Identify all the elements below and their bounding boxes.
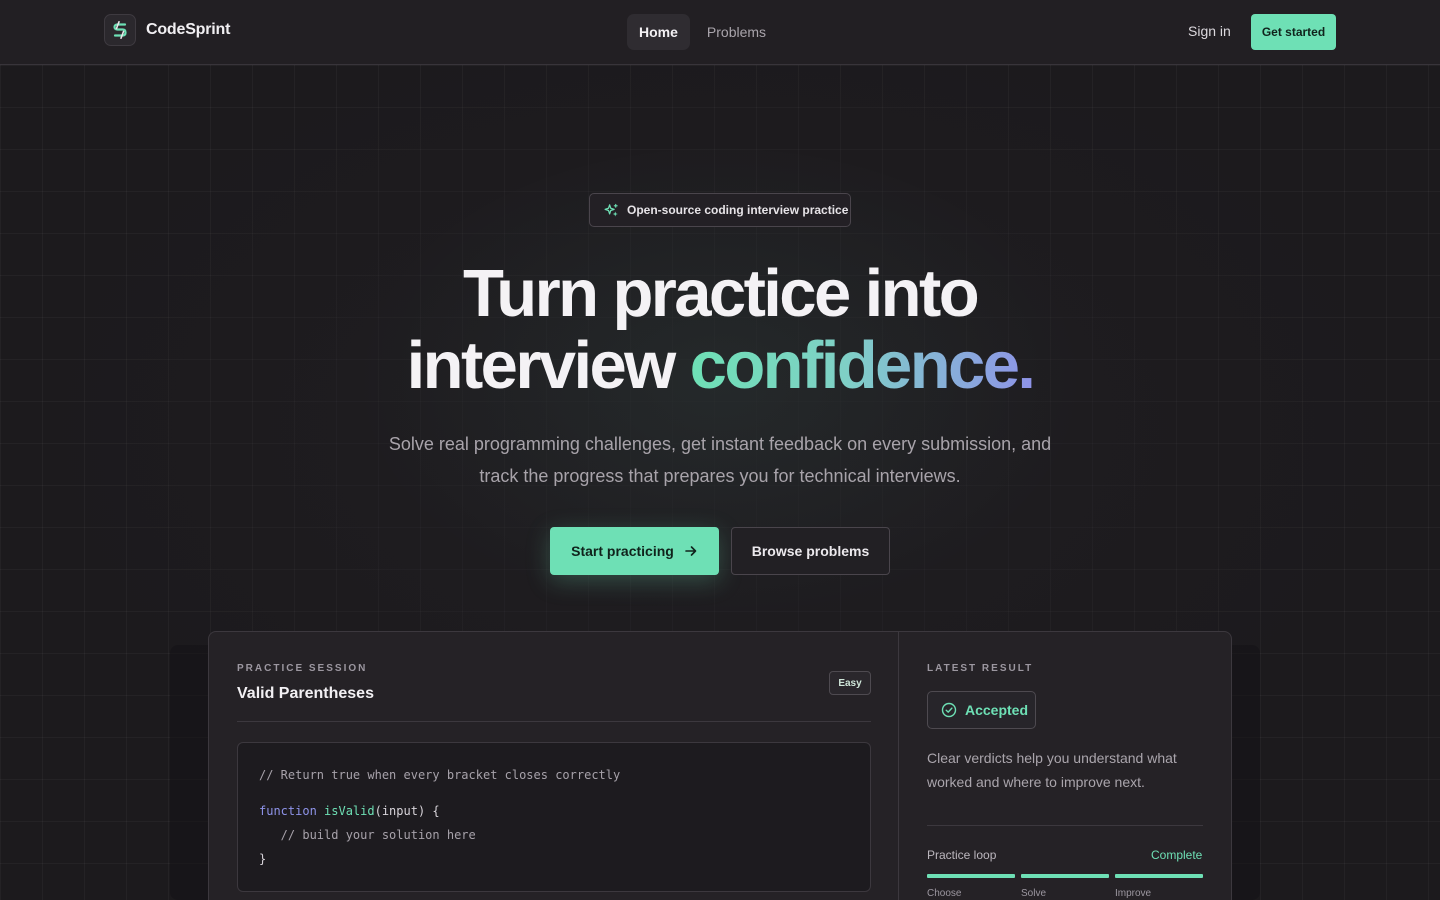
- preview-card: PRACTICE SESSION Valid Parentheses Easy …: [208, 631, 1232, 900]
- hero-headline: Turn practice into interview confidence.: [320, 258, 1120, 402]
- practice-loop-label: Practice loop: [927, 848, 997, 862]
- code-signature: function isValid(input) {: [259, 804, 870, 828]
- nav-link-problems[interactable]: Problems: [695, 14, 778, 50]
- step-progress-bar: [927, 874, 1015, 878]
- practice-loop-steps: Choose Solve Improve: [927, 874, 1203, 899]
- code-body-comment: // build your solution here: [259, 828, 476, 842]
- practice-session-panel: PRACTICE SESSION Valid Parentheses Easy …: [209, 632, 899, 900]
- step-choose: Choose: [927, 874, 1015, 899]
- practice-loop-status: Complete: [1151, 848, 1203, 862]
- hero-subtext: Solve real programming challenges, get i…: [388, 434, 1052, 486]
- step-label: Improve: [1115, 888, 1152, 899]
- verdict-description: Clear verdicts help you understand what …: [927, 750, 1177, 790]
- headline-line-2: interview: [406, 328, 690, 403]
- start-practicing-label: Start practicing: [571, 543, 674, 559]
- code-keyword: function: [259, 804, 317, 818]
- brand-name: CodeSprint: [146, 21, 231, 38]
- latest-result-panel: LATEST RESULT Accepted Clear verdicts he…: [899, 632, 1231, 900]
- arrow-right-icon: [685, 546, 697, 556]
- code-comment: // Return true when every bracket closes…: [259, 768, 621, 782]
- problem-title: Valid Parentheses: [237, 685, 374, 702]
- start-practicing-button[interactable]: Start practicing: [550, 527, 719, 575]
- step-progress-bar: [1115, 874, 1203, 878]
- step-solve: Solve: [1021, 874, 1109, 899]
- sign-in-link[interactable]: Sign in: [1188, 23, 1231, 39]
- difficulty-badge: Easy: [829, 671, 871, 695]
- session-eyebrow: PRACTICE SESSION: [237, 663, 368, 674]
- step-label: Choose: [927, 888, 962, 899]
- headline-accent: confidence.: [689, 328, 1036, 403]
- hero-badge-label: Open-source coding interview practice: [627, 203, 849, 217]
- code-function-name: isValid: [324, 804, 375, 818]
- step-improve: Improve: [1115, 874, 1203, 899]
- result-divider: [927, 825, 1203, 826]
- logo-icon: [104, 14, 136, 46]
- code-closing-brace: }: [259, 852, 267, 866]
- hero-badge: Open-source coding interview practice: [589, 193, 851, 227]
- nav-link-home[interactable]: Home: [627, 14, 690, 50]
- browse-problems-button[interactable]: Browse problems: [731, 527, 890, 575]
- check-circle-icon: [941, 702, 957, 718]
- accepted-verdict-badge: Accepted: [927, 691, 1036, 729]
- code-signature-rest: (input) {: [374, 804, 440, 818]
- top-navigation: CodeSprint Home Problems Sign in Get sta…: [0, 0, 1440, 65]
- headline-line-1: Turn practice into: [462, 256, 980, 331]
- step-label: Solve: [1021, 888, 1047, 899]
- session-divider: [237, 721, 871, 722]
- brand[interactable]: CodeSprint: [104, 14, 230, 46]
- result-eyebrow: LATEST RESULT: [927, 663, 1034, 674]
- code-editor[interactable]: // Return true when every bracket closes…: [237, 742, 871, 892]
- sparkles-icon: [604, 203, 618, 216]
- get-started-button[interactable]: Get started: [1251, 14, 1336, 50]
- step-progress-bar: [1021, 874, 1109, 878]
- verdict-label: Accepted: [965, 702, 1029, 718]
- nav-links: Home Problems: [627, 14, 778, 50]
